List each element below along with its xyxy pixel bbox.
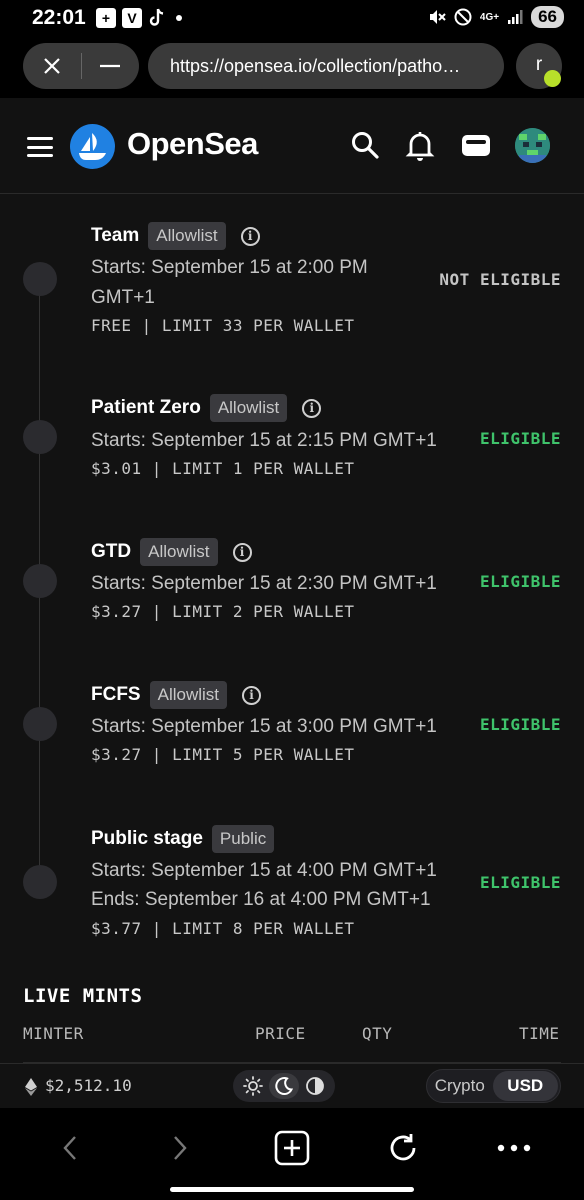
stage-price-limit: $3.27 | LIMIT 5 PER WALLET — [91, 745, 355, 764]
eligibility-status: ELIGIBLE — [479, 715, 561, 734]
stage-dot — [23, 865, 57, 899]
browser-tab-controls — [23, 43, 139, 89]
opensea-logo-icon[interactable] — [70, 124, 115, 169]
column-header-price: PRICE — [255, 1024, 306, 1043]
contrast-icon[interactable] — [300, 1073, 330, 1099]
eth-price: $2,512.10 — [45, 1076, 132, 1095]
stage-header: Patient Zero Allowlist i — [91, 394, 322, 422]
back-button[interactable] — [50, 1128, 90, 1168]
stage-start-time: Starts: September 15 at 2:00 PM — [91, 257, 368, 278]
search-icon[interactable] — [350, 130, 382, 162]
stage-dot — [23, 707, 57, 741]
new-tab-button[interactable] — [272, 1128, 312, 1168]
site-header: OpenSea — [0, 98, 584, 194]
currency-toggle: Crypto USD — [426, 1069, 561, 1103]
stage-title: Patient Zero — [91, 397, 201, 418]
close-tab-button[interactable] — [23, 43, 81, 89]
stage-start-time: Starts: September 15 at 2:30 PM GMT+1 — [91, 573, 437, 594]
column-header-time: TIME — [519, 1024, 560, 1043]
mute-icon — [429, 10, 446, 24]
reload-button[interactable] — [383, 1128, 423, 1168]
notification-dot — [176, 15, 182, 21]
menu-icon[interactable] — [27, 137, 53, 157]
signal-icon — [508, 10, 523, 24]
bell-icon[interactable] — [405, 130, 437, 162]
battery-icon: 66 — [531, 6, 564, 28]
browser-toolbar: https://opensea.io/collection/patho… r — [0, 36, 584, 98]
theme-toggle — [233, 1070, 335, 1102]
minimize-icon — [100, 64, 121, 68]
stage-end-time: Ends: September 16 at 4:00 PM GMT+1 — [91, 889, 431, 910]
plus-box-icon: + — [96, 8, 116, 28]
info-icon[interactable]: i — [302, 398, 322, 418]
stage-badge: Allowlist — [209, 394, 288, 422]
stage-start-time-tz: GMT+1 — [91, 287, 155, 308]
more-icon — [497, 1144, 531, 1152]
stage-title: FCFS — [91, 684, 141, 705]
feather-icon — [544, 70, 561, 87]
stage-badge: Public — [211, 825, 275, 853]
stage-badge: Allowlist — [140, 538, 218, 566]
stage-header: GTD Allowlist i — [91, 538, 252, 566]
profile-initial: r — [535, 54, 543, 75]
info-icon[interactable]: i — [240, 226, 260, 246]
wallet-icon[interactable] — [460, 130, 492, 162]
stage-title: GTD — [91, 541, 132, 562]
currency-option-usd[interactable]: USD — [492, 1071, 558, 1101]
forward-button[interactable] — [160, 1128, 200, 1168]
stage-badge: Allowlist — [148, 222, 226, 250]
stage-title: Public stage — [91, 828, 203, 849]
eligibility-status: ELIGIBLE — [479, 429, 561, 448]
profile-button[interactable]: r — [516, 43, 562, 89]
stage-dot — [23, 420, 57, 454]
reload-icon — [390, 1134, 416, 1161]
stage-dot — [23, 262, 57, 296]
stage-start-time: Starts: September 15 at 4:00 PM GMT+1 — [91, 860, 437, 881]
chevron-left-icon — [63, 1136, 76, 1160]
url-bar[interactable]: https://opensea.io/collection/patho… — [148, 43, 504, 89]
live-mints-title: LIVE MINTS — [23, 985, 143, 1007]
stage-title: Team — [91, 225, 140, 246]
minimize-button[interactable] — [81, 43, 139, 89]
stage-dot — [23, 564, 57, 598]
stage-start-time: Starts: September 15 at 2:15 PM GMT+1 — [91, 430, 437, 451]
v-app-icon: V — [122, 8, 142, 28]
column-header-minter: MINTER — [23, 1024, 84, 1043]
footer-bar: $2,512.10 Crypto USD — [0, 1063, 584, 1108]
chevron-right-icon — [174, 1136, 187, 1160]
network-type: 4G+ — [479, 11, 500, 23]
status-bar: 22:01 + V 4G+ 66 — [0, 0, 584, 36]
close-icon — [43, 58, 60, 74]
stage-price-limit: $3.77 | LIMIT 8 PER WALLET — [91, 919, 355, 938]
info-icon[interactable]: i — [242, 685, 262, 705]
moon-icon[interactable] — [268, 1073, 299, 1099]
info-icon[interactable]: i — [232, 542, 252, 562]
stage-price-limit: FREE | LIMIT 33 PER WALLET — [91, 316, 355, 335]
stage-header: Team Allowlist i — [91, 222, 260, 250]
status-time: 22:01 — [32, 6, 86, 29]
stage-start-time: Starts: September 15 at 3:00 PM GMT+1 — [91, 716, 437, 737]
status-left-icons: + V — [96, 8, 182, 28]
eligibility-status: ELIGIBLE — [479, 572, 561, 591]
status-right-icons: 4G+ 66 — [428, 6, 564, 28]
add-tab-icon — [274, 1130, 310, 1166]
dnd-icon — [454, 8, 472, 26]
eligibility-status: ELIGIBLE — [479, 873, 561, 892]
ethereum-icon — [25, 1078, 37, 1096]
sun-icon[interactable] — [238, 1073, 268, 1099]
home-indicator[interactable] — [170, 1187, 414, 1192]
stage-header: Public stage Public — [91, 825, 275, 853]
stage-header: FCFS Allowlist i — [91, 681, 262, 709]
tiktok-icon — [149, 8, 164, 26]
brand-name[interactable]: OpenSea — [127, 126, 258, 162]
stage-price-limit: $3.27 | LIMIT 2 PER WALLET — [91, 602, 355, 621]
currency-option-crypto[interactable]: Crypto — [427, 1071, 493, 1101]
stage-badge: Allowlist — [149, 681, 228, 709]
account-avatar[interactable] — [515, 128, 550, 163]
stage-price-limit: $3.01 | LIMIT 1 PER WALLET — [91, 459, 355, 478]
column-header-qty: QTY — [362, 1024, 393, 1043]
more-menu-button[interactable] — [494, 1128, 534, 1168]
eligibility-status: NOT ELIGIBLE — [439, 270, 561, 289]
